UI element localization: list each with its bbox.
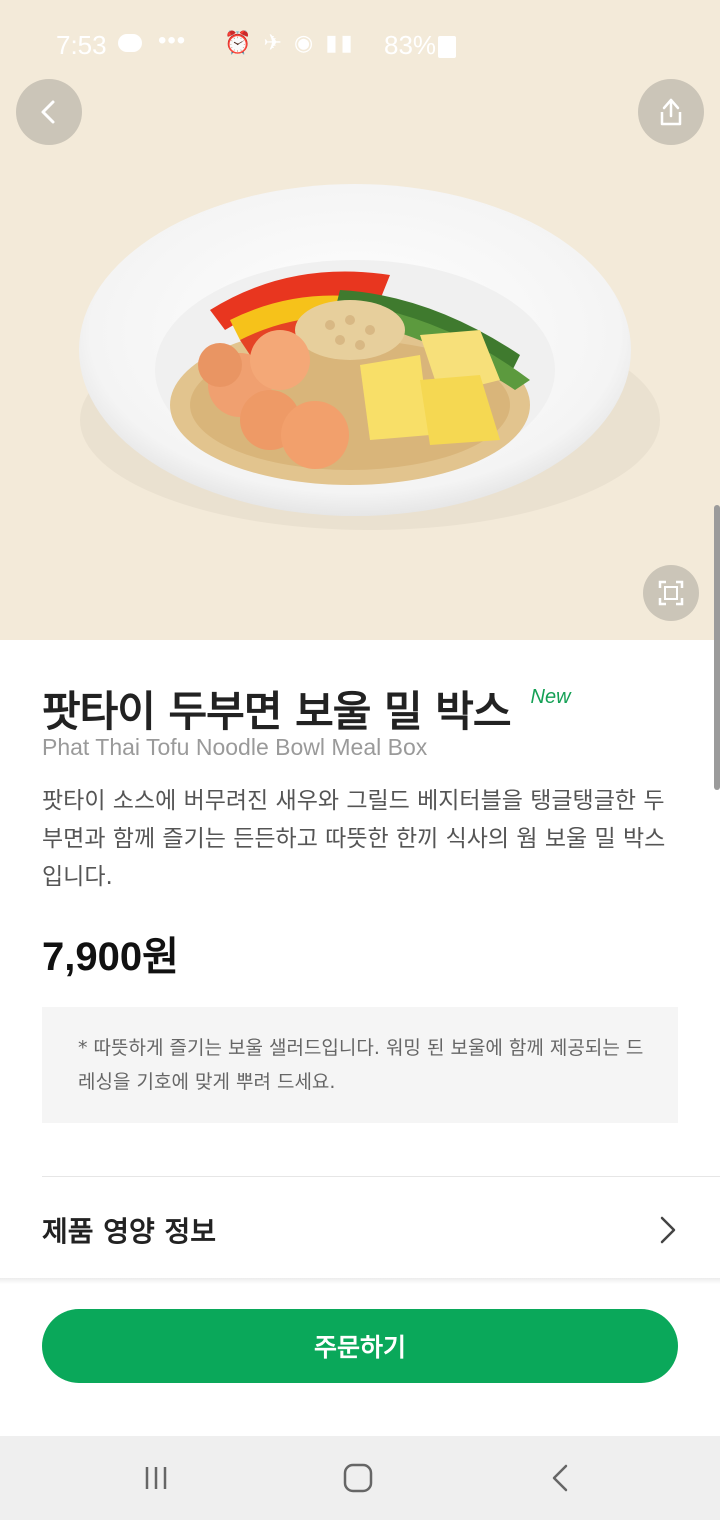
home-icon <box>343 1463 373 1493</box>
scroll-indicator[interactable] <box>714 505 720 790</box>
new-badge: New <box>530 686 571 708</box>
share-icon <box>660 98 682 126</box>
bottom-bar-shadow <box>0 1278 720 1284</box>
back-arrow-icon <box>41 100 55 124</box>
back-button[interactable] <box>16 79 82 145</box>
more-notifications-icon: ••• <box>158 27 187 54</box>
share-button[interactable] <box>638 79 704 145</box>
recent-apps-button[interactable] <box>131 1458 181 1498</box>
battery-icon <box>438 36 456 58</box>
product-description: 팟타이 소스에 버무려진 새우와 그릴드 베지터블을 탱글탱글한 두부면과 함께… <box>42 788 666 890</box>
nav-back-icon <box>552 1464 568 1492</box>
chevron-right-icon <box>660 1216 676 1244</box>
title-row: 팟타이 두부면 보울 밀 박스 New <box>42 678 571 739</box>
serving-notice: * 따뜻하게 즐기는 보울 샐러드입니다. 워밍 된 보울에 함께 제공되는 드… <box>42 1007 678 1123</box>
recent-apps-icon <box>145 1467 167 1489</box>
nutrition-info-label: 제품 영양 정보 <box>42 1215 217 1248</box>
food-photo <box>60 180 660 560</box>
chat-notification-icon <box>118 34 142 52</box>
fullscreen-icon <box>658 580 684 606</box>
home-button[interactable] <box>333 1458 383 1498</box>
product-image-area: 7:53 ••• ⏰ ✈ ◉ ▮▮ 83% <box>0 0 720 640</box>
product-english-title: Phat Thai Tofu Noodle Bowl Meal Box <box>42 734 428 760</box>
battery-percentage: 83% <box>384 30 437 60</box>
order-button[interactable]: 주문하기 <box>42 1309 678 1383</box>
status-time: 7:53 <box>56 30 107 60</box>
nutrition-info-link[interactable]: 제품 영양 정보 <box>42 1200 678 1260</box>
status-icons: ⏰ ✈ ◉ ▮▮ <box>224 30 356 55</box>
nav-back-button[interactable] <box>535 1458 585 1498</box>
status-bar: 7:53 ••• ⏰ ✈ ◉ ▮▮ 83% <box>0 0 720 88</box>
android-navigation-bar <box>0 1436 720 1520</box>
fullscreen-button[interactable] <box>643 565 699 621</box>
divider <box>42 1176 720 1177</box>
product-title: 팟타이 두부면 보울 밀 박스 <box>42 687 512 736</box>
product-price: 7,900원 <box>42 935 179 979</box>
